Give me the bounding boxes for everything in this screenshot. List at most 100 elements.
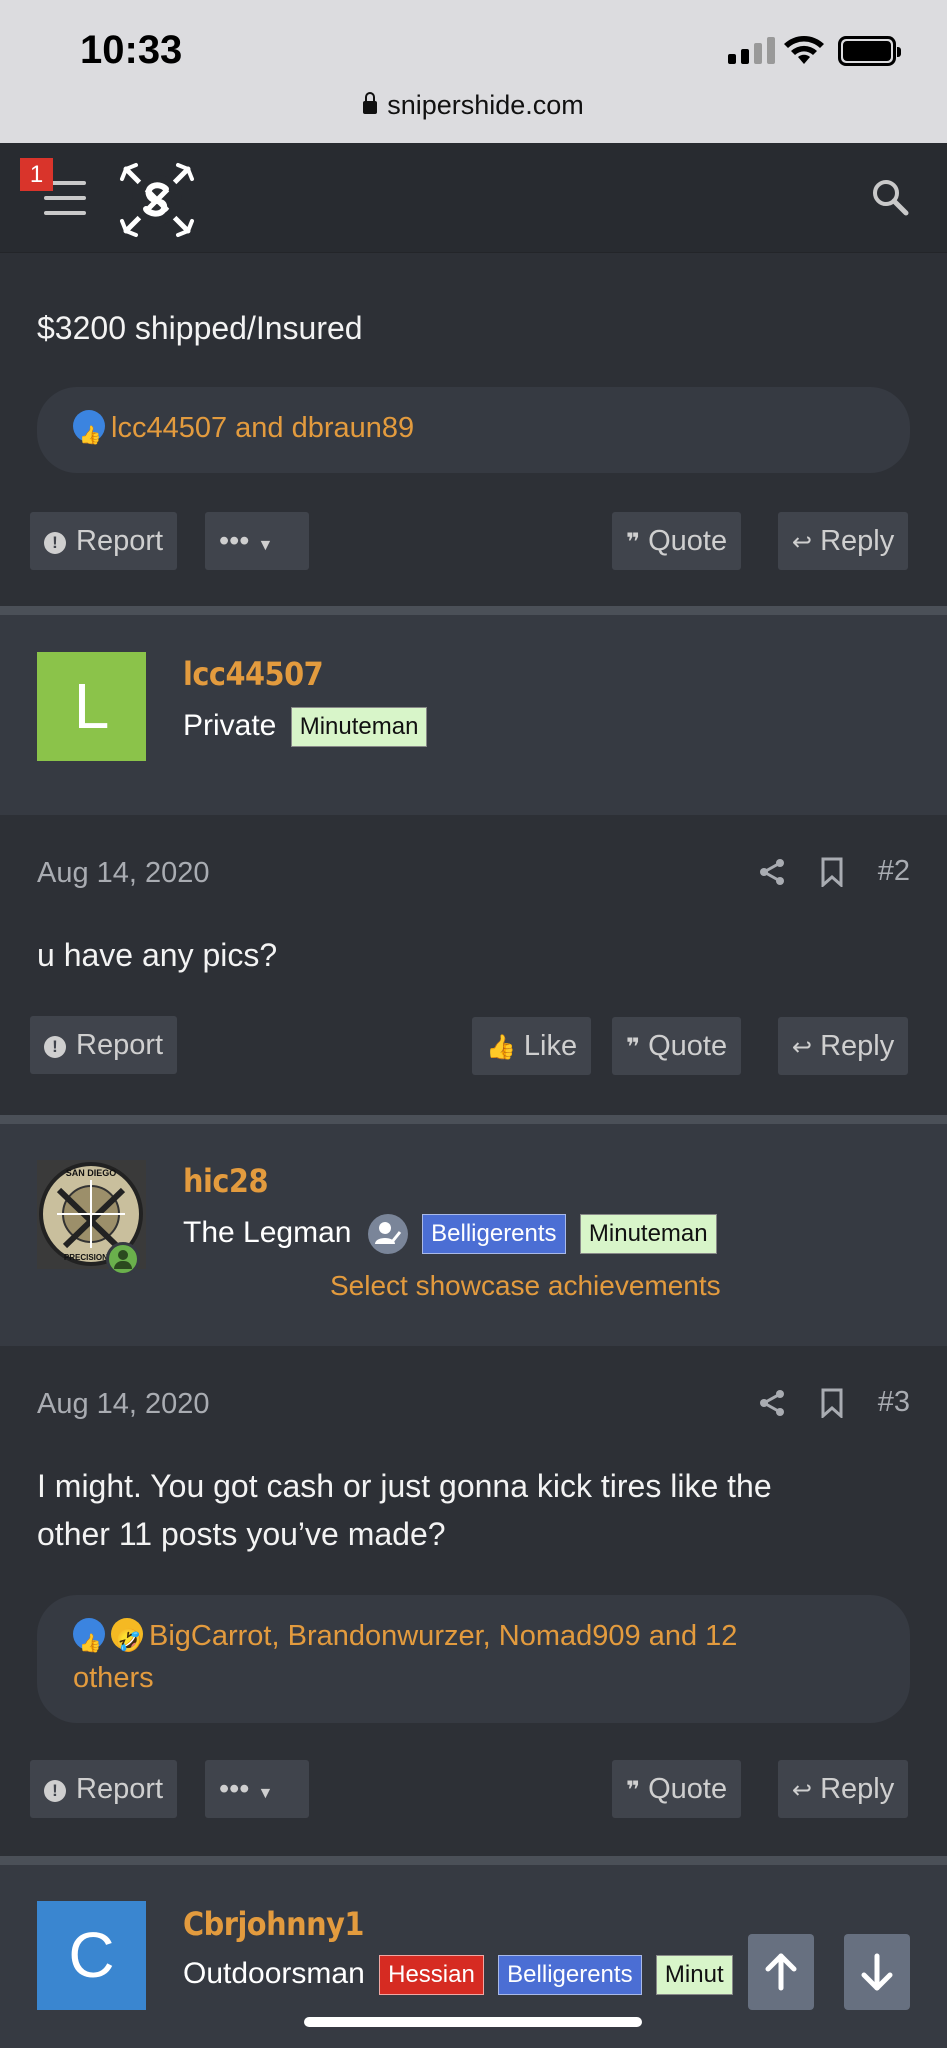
notification-badge[interactable]: 1 (20, 158, 53, 191)
site-logo-icon[interactable] (118, 161, 196, 239)
user-title-text: The Legman (183, 1215, 352, 1249)
post-3-more-options-button[interactable]: ••• ▼ (205, 1760, 309, 1818)
reply-label: Reply (820, 1773, 895, 1805)
post-3-user-title: The Legman Belligerents Minuteman (183, 1214, 717, 1254)
more-options-label: ••• (219, 1773, 250, 1805)
bookmark-icon[interactable] (820, 857, 844, 887)
post-3-text-line-1: I might. You got cash or just gonna kick… (37, 1468, 772, 1504)
more-options-label: ••• (219, 525, 250, 557)
haha-reaction-icon (111, 1618, 143, 1662)
quote-icon: ❞ (626, 1034, 641, 1061)
scroll-to-bottom-button[interactable] (844, 1934, 910, 2010)
like-reaction-icon (73, 410, 105, 456)
scroll-to-top-button[interactable] (748, 1934, 814, 2010)
post-3-username[interactable]: hic28 (183, 1162, 268, 1200)
post-divider (0, 606, 947, 615)
post-3-user-bar: SAN DIEGO PRECISION RI hic28 The Legman … (0, 1124, 947, 1346)
post-2: Aug 14, 2020 #2 u have any pics? ! Report… (0, 815, 947, 1115)
reply-icon: ↩ (792, 1777, 813, 1804)
post-1-reply-button[interactable]: ↩ Reply (778, 512, 909, 570)
minuteman-badge: Minuteman (290, 707, 428, 747)
quote-label: Quote (648, 525, 728, 557)
post-4-avatar[interactable]: C (37, 1901, 146, 2010)
post-1-quote-button[interactable]: ❞ Quote (612, 512, 742, 570)
quote-icon: ❞ (626, 529, 641, 556)
post-3-report-button[interactable]: ! Report (30, 1760, 178, 1818)
post-2-tools: #2 (758, 855, 910, 888)
post-divider (0, 1115, 947, 1124)
like-label: Like (523, 1030, 578, 1062)
report-label: Report (76, 1773, 164, 1805)
post-2-quote-button[interactable]: ❞ Quote (612, 1017, 742, 1075)
post-3-reaction-users[interactable]: BigCarrot, Brandonwurzer, Nomad909 and 1… (149, 1620, 737, 1652)
belligerents-badge: Belligerents (498, 1955, 642, 1995)
post-3-tools: #3 (758, 1386, 910, 1419)
bookmark-icon[interactable] (820, 1388, 844, 1418)
thumbs-up-icon: 👍 (486, 1034, 516, 1061)
status-bar: 10:33 snipershide.com (0, 0, 947, 143)
post-2-username[interactable]: lcc44507 (183, 655, 324, 693)
quote-icon: ❞ (626, 1777, 641, 1804)
post-1-report-button[interactable]: ! Report (30, 512, 178, 570)
status-time: 10:33 (80, 28, 183, 72)
arrow-up-icon (765, 1953, 797, 1991)
share-icon[interactable] (758, 858, 786, 886)
hessian-badge: Hessian (379, 1955, 484, 1995)
post-1-text: $3200 shipped/Insured (37, 310, 363, 346)
reply-label: Reply (820, 1030, 895, 1062)
minuteman-badge: Minuteman (579, 1214, 717, 1254)
post-2-avatar[interactable]: L (37, 652, 146, 761)
post-1-reactions[interactable]: lcc44507 and dbraun89 (37, 387, 910, 473)
online-status-icon (106, 1242, 140, 1276)
report-label: Report (76, 525, 164, 557)
post-2-text: u have any pics? (37, 937, 278, 973)
belligerents-badge: Belligerents (422, 1214, 566, 1254)
reply-icon: ↩ (792, 1034, 813, 1061)
address-bar[interactable]: snipershide.com (0, 90, 947, 121)
post-2-date[interactable]: Aug 14, 2020 (37, 857, 210, 890)
post-3: Aug 14, 2020 #3 I might. You got cash or… (0, 1346, 947, 1856)
cell-signal-icon (728, 36, 775, 64)
post-1-more-options-button[interactable]: ••• ▼ (205, 512, 309, 570)
wifi-icon (784, 36, 824, 64)
report-label: Report (76, 1029, 164, 1061)
post-3-text-line-2: other 11 posts you’ve made? (37, 1516, 446, 1552)
quote-label: Quote (648, 1773, 728, 1805)
post-2-user-bar: L lcc44507 Private Minuteman (0, 615, 947, 815)
arrow-down-icon (861, 1953, 893, 1991)
post-1-reaction-users[interactable]: lcc44507 and dbraun89 (111, 412, 414, 444)
like-reaction-icon (73, 1618, 105, 1664)
post-3-text: I might. You got cash or just gonna kick… (37, 1462, 772, 1558)
reply-label: Reply (820, 525, 895, 557)
site-header: 1 (0, 143, 947, 253)
report-icon: ! (44, 1780, 66, 1802)
post-3-reactions[interactable]: BigCarrot, Brandonwurzer, Nomad909 and 1… (37, 1595, 910, 1723)
post-4-username[interactable]: Cbrjohnny1 (183, 1905, 364, 1943)
user-title-text: Private (183, 708, 277, 742)
post-3-reply-button[interactable]: ↩ Reply (778, 1760, 909, 1818)
post-divider (0, 1856, 947, 1865)
chevron-down-icon: ▼ (257, 1785, 274, 1802)
select-showcase-achievements-link[interactable]: Select showcase achievements (330, 1270, 721, 1302)
reply-icon: ↩ (792, 529, 813, 556)
post-2-user-title: Private Minuteman (183, 707, 428, 747)
post-3-number[interactable]: #3 (878, 1386, 910, 1419)
post-3-date[interactable]: Aug 14, 2020 (37, 1388, 210, 1421)
report-icon: ! (44, 532, 66, 554)
post-3-reactions-line-1: BigCarrot, Brandonwurzer, Nomad909 and 1… (73, 1615, 874, 1664)
post-1: $3200 shipped/Insured lcc44507 and dbrau… (0, 254, 947, 606)
lock-icon (363, 92, 378, 114)
battery-icon (838, 36, 901, 66)
search-icon[interactable] (870, 177, 910, 217)
post-2-like-button[interactable]: 👍 Like (472, 1017, 592, 1075)
post-3-quote-button[interactable]: ❞ Quote (612, 1760, 742, 1818)
staff-member-icon (367, 1214, 408, 1254)
post-3-reaction-others[interactable]: others (73, 1657, 874, 1699)
minuteman-badge: Minut (655, 1955, 733, 1995)
chevron-down-icon: ▼ (257, 537, 274, 554)
post-2-report-button[interactable]: ! Report (30, 1016, 178, 1074)
post-2-number[interactable]: #2 (878, 855, 910, 888)
share-icon[interactable] (758, 1389, 786, 1417)
post-2-reply-button[interactable]: ↩ Reply (778, 1017, 909, 1075)
post-4-user-title: Outdoorsman Hessian Belligerents Minut (183, 1955, 733, 1995)
